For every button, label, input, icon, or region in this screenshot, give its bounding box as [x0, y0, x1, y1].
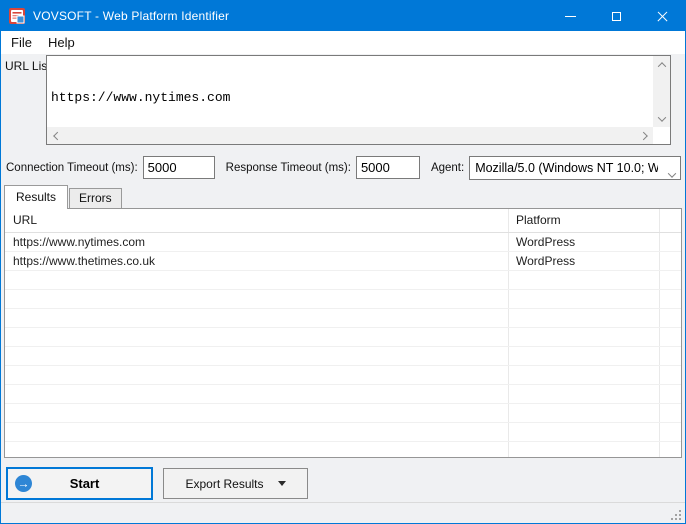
start-button-label: Start: [32, 476, 137, 491]
table-row[interactable]: https://www.nytimes.com WordPress: [5, 233, 681, 252]
column-header-platform[interactable]: Platform: [516, 213, 561, 227]
url-list-panel: URL List: https://www.nytimes.com https:…: [1, 54, 685, 151]
vertical-scrollbar[interactable]: [653, 56, 670, 127]
chevron-left-icon: [53, 131, 61, 139]
menu-file[interactable]: File: [3, 33, 40, 52]
arrow-right-circle-icon: →: [15, 475, 32, 492]
url-list-textarea[interactable]: https://www.nytimes.com https://www.thet…: [46, 55, 671, 145]
close-icon: [656, 10, 669, 23]
start-button[interactable]: → Start: [6, 467, 153, 500]
app-window: VOVSOFT - Web Platform Identifier File H…: [0, 0, 686, 524]
minimize-icon: [565, 16, 576, 17]
connection-timeout-input[interactable]: [143, 156, 215, 179]
minimize-button[interactable]: [547, 1, 593, 31]
chevron-down-icon: [657, 113, 665, 121]
url-line: https://www.nytimes.com: [51, 90, 649, 106]
caret-down-icon: [278, 481, 286, 486]
app-icon: [9, 8, 25, 24]
tab-results[interactable]: Results: [4, 185, 68, 209]
maximize-icon: [612, 12, 621, 21]
table-header: URL Platform: [5, 209, 681, 233]
actions-row: → Start Export Results: [1, 458, 685, 502]
url-list-content[interactable]: https://www.nytimes.com https://www.thet…: [48, 57, 652, 126]
scroll-up-button[interactable]: [653, 56, 670, 73]
table-row-empty: [5, 404, 681, 423]
table-row-empty: [5, 347, 681, 366]
chevron-up-icon: [657, 62, 665, 70]
chevron-right-icon: [639, 131, 647, 139]
cell-platform: WordPress: [516, 235, 575, 249]
menubar: File Help: [1, 31, 685, 54]
table-row-empty: [5, 328, 681, 347]
tab-errors[interactable]: Errors: [69, 188, 122, 208]
cell-url: https://www.nytimes.com: [13, 235, 145, 249]
close-button[interactable]: [639, 1, 685, 31]
export-results-button[interactable]: Export Results: [163, 468, 308, 499]
table-row[interactable]: https://www.thetimes.co.uk WordPress: [5, 252, 681, 271]
resize-grip-icon[interactable]: [669, 508, 681, 520]
menu-help[interactable]: Help: [40, 33, 83, 52]
response-timeout-input[interactable]: [356, 156, 420, 179]
table-row-empty: [5, 290, 681, 309]
connection-timeout-label: Connection Timeout (ms):: [6, 162, 138, 174]
tab-bar: Results Errors: [1, 184, 685, 208]
options-row: Connection Timeout (ms): Response Timeou…: [1, 151, 685, 184]
table-row-empty: [5, 366, 681, 385]
table-row-empty: [5, 271, 681, 290]
agent-select-value: Mozilla/5.0 (Windows NT 10.0; Win64: [475, 161, 658, 175]
results-panel: URL Platform https://www.nytimes.com Wor…: [4, 208, 682, 458]
response-timeout-label: Response Timeout (ms):: [226, 162, 351, 174]
agent-select[interactable]: Mozilla/5.0 (Windows NT 10.0; Win64: [469, 156, 681, 180]
cell-platform: WordPress: [516, 254, 575, 268]
scroll-right-button[interactable]: [636, 127, 653, 144]
statusbar: [1, 502, 685, 523]
table-row-empty: [5, 385, 681, 404]
window-title: VOVSOFT - Web Platform Identifier: [33, 9, 229, 23]
scroll-left-button[interactable]: [47, 127, 64, 144]
scroll-down-button[interactable]: [653, 110, 670, 127]
table-row-empty: [5, 309, 681, 328]
chevron-down-icon: [669, 165, 675, 180]
export-results-label: Export Results: [185, 477, 263, 491]
maximize-button[interactable]: [593, 1, 639, 31]
cell-url: https://www.thetimes.co.uk: [13, 254, 155, 268]
table-row-empty: [5, 423, 681, 442]
table-row-empty: [5, 442, 681, 458]
agent-label: Agent:: [431, 162, 464, 174]
titlebar: VOVSOFT - Web Platform Identifier: [1, 1, 685, 31]
column-header-url[interactable]: URL: [13, 213, 37, 227]
horizontal-scrollbar[interactable]: [47, 127, 653, 144]
window-controls: [547, 1, 685, 31]
